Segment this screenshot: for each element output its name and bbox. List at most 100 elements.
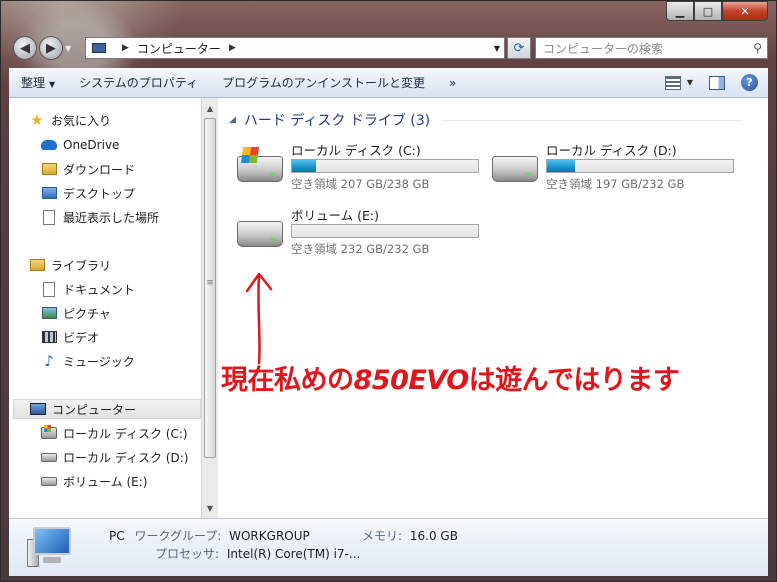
sidebar-item-downloads[interactable]: ダウンロード xyxy=(41,159,135,179)
scrollbar-thumb[interactable] xyxy=(204,118,216,458)
sidebar-item-label: デスクトップ xyxy=(63,186,136,201)
sidebar-item-computer[interactable]: コンピューター xyxy=(13,399,201,419)
content-area: ★ お気に入り OneDrive ダウンロード デスクトップ 最近表示した場所 xyxy=(9,98,768,518)
sidebar-scrollbar[interactable]: ▲ ≡ ▼ xyxy=(201,98,218,518)
usage-bar-fill xyxy=(292,160,317,172)
film-icon xyxy=(41,329,57,345)
star-icon: ★ xyxy=(30,111,44,129)
breadcrumb-chevron-icon[interactable]: ▶ xyxy=(229,43,236,53)
sidebar-item-label: ローカル ディスク (C:) xyxy=(63,426,188,441)
back-arrow-icon[interactable]: ◀ xyxy=(13,36,37,60)
drive-info: ローカル ディスク (D:) 空き領域 197 GB/232 GB xyxy=(546,140,734,192)
drive-icon xyxy=(41,473,57,489)
windows-drive-icon xyxy=(41,425,57,441)
sidebar-item-label: ミュージック xyxy=(63,354,135,369)
file-list-pane: ◢ ハード ディスク ドライブ (3) ローカル ディスク (C:) 空き領域 … xyxy=(219,98,768,518)
sidebar-item-label: ドキュメント xyxy=(63,282,136,297)
details-pane: PC ワークグループ: WORKGROUP メモリ: 16.0 GB プロセッサ… xyxy=(9,518,768,576)
refresh-button[interactable]: ⟳ xyxy=(507,37,531,59)
chevron-down-icon: ▼ xyxy=(49,80,56,89)
sidebar-item-label: ピクチャ xyxy=(63,306,111,321)
organize-menu[interactable]: 整理 ▼ xyxy=(9,74,67,91)
address-bar[interactable]: ▶ コンピューター ▶ ▼ xyxy=(85,37,505,59)
drive-group-header[interactable]: ◢ ハード ディスク ドライブ (3) xyxy=(229,110,743,130)
drive-icon xyxy=(492,156,538,182)
drive-info: ローカル ディスク (C:) 空き領域 207 GB/238 GB xyxy=(291,140,479,192)
annotation-text-part: 現在私めの xyxy=(221,365,354,396)
recent-places-icon xyxy=(41,209,57,225)
sidebar-item-label: ボリューム (E:) xyxy=(63,474,148,489)
sidebar-item-recent-places[interactable]: 最近表示した場所 xyxy=(41,207,159,227)
collapse-triangle-icon[interactable]: ◢ xyxy=(229,115,236,125)
details-name-row: PC ワークグループ: WORKGROUP xyxy=(109,527,310,544)
drive-name: ローカル ディスク (C:) xyxy=(291,143,421,158)
sidebar-item-drive-e[interactable]: ボリューム (E:) xyxy=(41,471,147,491)
sidebar-item-libraries[interactable]: ライブラリ xyxy=(29,255,111,275)
sidebar-item-label: お気に入り xyxy=(51,113,112,128)
system-properties-button[interactable]: システムのプロパティ xyxy=(67,74,210,91)
drive-tile-d[interactable]: ローカル ディスク (D:) 空き領域 197 GB/232 GB xyxy=(492,140,734,192)
sidebar-item-label: コンピューター xyxy=(52,402,137,417)
red-text-annotation: 現在私めの850EVOは遊んではります xyxy=(221,358,680,397)
explorer-window: ▁ □ ✕ ◀ ▶ ▼ ▶ コンピューター ▶ ▼ ⟳ コンピューターの検索 ⚲… xyxy=(0,0,777,582)
processor-value: Intel(R) Core(TM) i7-... xyxy=(226,547,361,561)
sidebar-item-documents[interactable]: ドキュメント xyxy=(41,279,135,299)
free-space-text: 空き領域 232 GB/232 GB xyxy=(291,242,430,256)
minimize-button[interactable]: ▁ xyxy=(666,1,694,21)
cloud-icon xyxy=(41,137,57,153)
sidebar-item-favorites[interactable]: ★ お気に入り xyxy=(29,110,111,130)
sidebar-item-label: ダウンロード xyxy=(63,162,136,177)
sidebar-item-label: ライブラリ xyxy=(51,258,112,273)
annotation-text-part: は遊んではります xyxy=(468,365,680,396)
memory-value: 16.0 GB xyxy=(409,529,458,543)
command-bar: 整理 ▼ システムのプロパティ プログラムのアンインストールと変更 » ▼ ? xyxy=(9,68,768,98)
preview-pane-icon[interactable] xyxy=(709,75,725,90)
sidebar-item-label: ローカル ディスク (D:) xyxy=(63,450,189,465)
sidebar-item-pictures[interactable]: ピクチャ xyxy=(41,303,111,323)
sidebar-item-onedrive[interactable]: OneDrive xyxy=(41,135,119,155)
close-button[interactable]: ✕ xyxy=(722,1,768,21)
help-icon[interactable]: ? xyxy=(741,74,758,91)
document-icon xyxy=(41,281,57,297)
sidebar-item-desktop[interactable]: デスクトップ xyxy=(41,183,135,203)
usage-bar xyxy=(546,159,734,173)
free-space-text: 空き領域 207 GB/238 GB xyxy=(291,177,430,191)
view-options-dropdown-icon[interactable]: ▼ xyxy=(687,78,693,87)
usage-bar xyxy=(291,224,479,238)
workgroup-value: WORKGROUP xyxy=(229,529,310,543)
scroll-up-arrow-icon[interactable]: ▲ xyxy=(202,100,218,116)
usage-bar-fill xyxy=(547,160,575,172)
breadcrumb-computer[interactable]: コンピューター xyxy=(137,40,221,57)
drive-name: ボリューム (E:) xyxy=(291,208,379,223)
forward-arrow-icon[interactable]: ▶ xyxy=(39,36,63,60)
search-icon: ⚲ xyxy=(753,41,762,55)
maximize-button[interactable]: □ xyxy=(694,1,722,21)
sidebar-item-drive-d[interactable]: ローカル ディスク (D:) xyxy=(41,447,188,467)
scroll-down-arrow-icon[interactable]: ▼ xyxy=(202,500,218,516)
sidebar-item-label: ビデオ xyxy=(63,330,100,345)
scroll-grip-icon: ≡ xyxy=(206,278,214,288)
breadcrumb-chevron-icon[interactable]: ▶ xyxy=(122,43,129,53)
search-placeholder: コンピューターの検索 xyxy=(543,41,664,56)
sidebar-item-videos[interactable]: ビデオ xyxy=(41,327,99,347)
search-input[interactable]: コンピューターの検索 ⚲ xyxy=(535,37,768,59)
annotation-model-name: 850EVO xyxy=(353,365,470,396)
recent-pages-dropdown-icon[interactable]: ▼ xyxy=(65,44,77,53)
usage-bar xyxy=(291,159,479,173)
drive-name: ローカル ディスク (D:) xyxy=(546,143,677,158)
library-folder-icon xyxy=(29,257,45,273)
uninstall-program-button[interactable]: プログラムのアンインストールと変更 xyxy=(210,74,437,91)
windows-drive-icon xyxy=(237,156,283,182)
drive-tile-c[interactable]: ローカル ディスク (C:) 空き領域 207 GB/238 GB xyxy=(237,140,479,192)
sidebar-item-drive-c[interactable]: ローカル ディスク (C:) xyxy=(41,423,188,443)
refresh-icon: ⟳ xyxy=(513,40,525,56)
sidebar-item-music[interactable]: ♪ ミュージック xyxy=(41,351,135,371)
drive-tile-e[interactable]: ボリューム (E:) 空き領域 232 GB/232 GB xyxy=(237,205,479,257)
more-commands-button[interactable]: » xyxy=(437,76,468,90)
address-dropdown-icon[interactable]: ▼ xyxy=(494,44,500,53)
change-view-icon[interactable] xyxy=(664,75,681,90)
drive-icon xyxy=(237,221,283,247)
downloads-folder-icon xyxy=(41,161,57,177)
toolbar-right-group: ▼ ? xyxy=(664,74,758,91)
memory-label: メモリ: xyxy=(362,529,403,543)
